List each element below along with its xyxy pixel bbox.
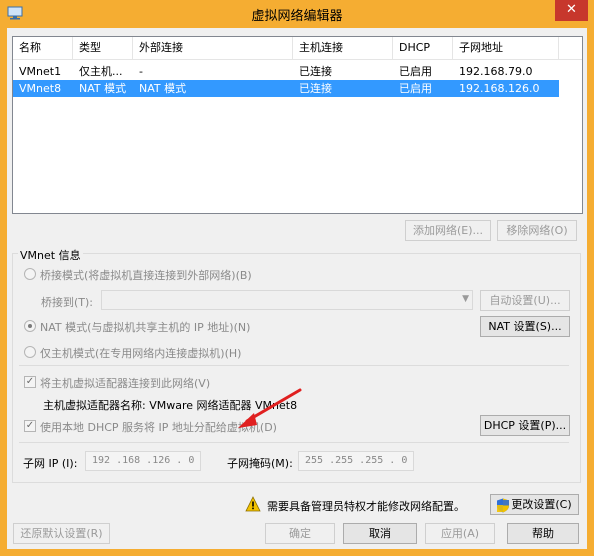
- add-network-button[interactable]: 添加网络(E)...: [405, 220, 491, 241]
- remove-network-button[interactable]: 移除网络(O): [497, 220, 577, 241]
- dhcp-settings-button[interactable]: DHCP 设置(P)...: [480, 415, 570, 436]
- cell-external: -: [139, 65, 143, 78]
- host-only-radio[interactable]: [24, 346, 36, 358]
- subnet-ip-label: 子网 IP (I):: [23, 457, 78, 470]
- column-header-host[interactable]: 主机连接: [293, 37, 393, 59]
- nat-mode-radio[interactable]: [24, 320, 36, 332]
- title-bar[interactable]: 虚拟网络编辑器 ✕: [0, 0, 594, 28]
- cell-name: VMnet8: [19, 82, 62, 95]
- admin-notice-text: 需要具备管理员特权才能修改网络配置。: [267, 500, 465, 513]
- host-only-label: 仅主机模式(在专用网络内连接虚拟机)(H): [40, 347, 242, 360]
- network-list-header: 名称 类型 外部连接 主机连接 DHCP 子网地址: [13, 37, 582, 60]
- connect-adapter-label: 将主机虚拟适配器连接到此网络(V): [40, 377, 211, 390]
- divider: [19, 442, 569, 443]
- subnet-mask-input[interactable]: 255 .255 .255 . 0: [298, 451, 414, 471]
- table-row[interactable]: VMnet1 仅主机... - 已连接 已启用 192.168.79.0: [13, 63, 559, 80]
- help-button[interactable]: 帮助: [507, 523, 579, 544]
- connect-adapter-checkbox[interactable]: ✓: [24, 376, 36, 388]
- column-header-external[interactable]: 外部连接: [133, 37, 293, 59]
- cell-external: NAT 模式: [139, 82, 187, 95]
- chevron-down-icon: ▼: [462, 294, 469, 304]
- cell-host: 已连接: [299, 65, 332, 78]
- cell-type: 仅主机...: [79, 65, 123, 78]
- column-header-type[interactable]: 类型: [73, 37, 133, 59]
- warning-icon: [245, 496, 261, 512]
- cell-subnet: 192.168.79.0: [459, 65, 533, 78]
- nat-settings-button[interactable]: NAT 设置(S)...: [480, 316, 570, 337]
- use-dhcp-label: 使用本地 DHCP 服务将 IP 地址分配给虚拟机(D): [40, 421, 277, 434]
- use-dhcp-checkbox[interactable]: ✓: [24, 420, 36, 432]
- bridge-to-label: 桥接到(T):: [41, 296, 94, 309]
- bridge-to-select[interactable]: ▼: [101, 290, 473, 310]
- network-list[interactable]: 名称 类型 外部连接 主机连接 DHCP 子网地址 VMnet1 仅主机... …: [12, 36, 583, 214]
- uac-shield-icon: [497, 498, 509, 513]
- change-settings-label: 更改设置(C): [511, 498, 572, 511]
- table-row-selected[interactable]: VMnet8 NAT 模式 NAT 模式 已连接 已启用 192.168.126…: [13, 80, 559, 97]
- cell-type: NAT 模式: [79, 82, 127, 95]
- cell-subnet: 192.168.126.0: [459, 82, 540, 95]
- bridged-mode-radio[interactable]: [24, 268, 36, 280]
- cell-host: 已连接: [299, 82, 332, 95]
- dialog-client-area: 名称 类型 外部连接 主机连接 DHCP 子网地址 VMnet1 仅主机... …: [7, 28, 587, 549]
- vmnet-info-group: [12, 253, 581, 483]
- subnet-ip-input[interactable]: 192 .168 .126 . 0: [85, 451, 201, 471]
- cell-name: VMnet1: [19, 65, 62, 78]
- column-header-name[interactable]: 名称: [13, 37, 73, 59]
- adapter-name-text: 主机虚拟适配器名称: VMware 网络适配器 VMnet8: [43, 399, 298, 412]
- vmnet-info-label: VMnet 信息: [18, 247, 83, 263]
- subnet-mask-label: 子网掩码(M):: [227, 457, 293, 470]
- column-header-dhcp[interactable]: DHCP: [393, 37, 453, 59]
- divider: [19, 365, 569, 366]
- apply-button[interactable]: 应用(A): [425, 523, 495, 544]
- ok-button[interactable]: 确定: [265, 523, 335, 544]
- auto-settings-button[interactable]: 自动设置(U)...: [480, 290, 570, 311]
- cancel-button[interactable]: 取消: [343, 523, 417, 544]
- window-title: 虚拟网络编辑器: [251, 9, 343, 24]
- nat-mode-label: NAT 模式(与虚拟机共享主机的 IP 地址)(N): [40, 321, 251, 334]
- restore-defaults-button[interactable]: 还原默认设置(R): [13, 523, 110, 544]
- virtual-network-editor-window: 虚拟网络编辑器 ✕ 名称 类型 外部连接 主机连接 DHCP 子网地址 VMne…: [0, 0, 594, 556]
- cell-dhcp: 已启用: [399, 65, 432, 78]
- column-header-subnet[interactable]: 子网地址: [453, 37, 559, 59]
- bridged-mode-label: 桥接模式(将虚拟机直接连接到外部网络)(B): [40, 269, 252, 282]
- close-button[interactable]: ✕: [555, 0, 588, 21]
- cell-dhcp: 已启用: [399, 82, 432, 95]
